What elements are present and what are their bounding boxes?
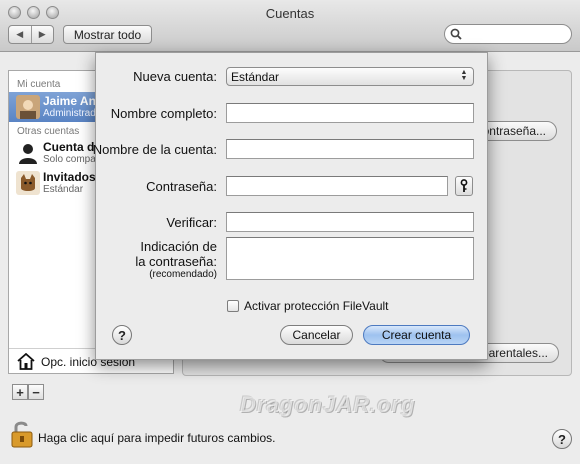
back-button[interactable]: ◀ bbox=[9, 26, 31, 43]
filevault-label: Activar protección FileVault bbox=[244, 299, 389, 313]
add-account-button[interactable]: + bbox=[12, 384, 28, 400]
account-type-popup[interactable]: Estándar ▲ ▼ bbox=[226, 67, 474, 86]
user-avatar-icon bbox=[16, 95, 40, 119]
updown-arrows-icon: ▲ ▼ bbox=[460, 69, 468, 82]
my-account-header: Mi cuenta bbox=[17, 79, 61, 90]
hint-label-line3: (recomendado) bbox=[149, 269, 217, 280]
forward-button[interactable]: ▶ bbox=[30, 26, 54, 43]
cat-avatar-icon bbox=[16, 171, 40, 195]
account-name-label: Nombre de la cuenta: bbox=[92, 142, 217, 157]
nav-segment: ◀ ▶ bbox=[8, 25, 54, 44]
title-bar: Cuentas ◀ ▶ Mostrar todo bbox=[0, 0, 580, 52]
hint-label-line2: la contraseña: bbox=[135, 254, 217, 269]
account-name-field[interactable] bbox=[226, 139, 474, 159]
password-hint-field[interactable] bbox=[226, 237, 474, 280]
search-input[interactable] bbox=[444, 24, 572, 44]
window-title: Cuentas bbox=[265, 6, 315, 21]
verify-field[interactable] bbox=[226, 212, 474, 232]
new-account-label: Nueva cuenta: bbox=[133, 69, 217, 84]
key-icon bbox=[460, 179, 468, 192]
verify-label: Verificar: bbox=[166, 215, 217, 230]
other-accounts-header: Otras cuentas bbox=[17, 126, 80, 137]
filevault-checkbox[interactable] bbox=[227, 300, 239, 312]
unlocked-padlock-icon[interactable] bbox=[10, 420, 34, 448]
help-button[interactable]: ? bbox=[552, 429, 572, 449]
cancel-button[interactable]: Cancelar bbox=[280, 325, 353, 345]
search-icon bbox=[450, 28, 462, 40]
show-all-button[interactable]: Mostrar todo bbox=[63, 25, 152, 44]
account-type-value: Estándar bbox=[231, 69, 280, 84]
create-account-button[interactable]: Crear cuenta bbox=[363, 325, 470, 345]
watermark: DragonJAR.org bbox=[240, 392, 416, 417]
remove-account-button[interactable]: − bbox=[28, 384, 44, 400]
password-field[interactable] bbox=[226, 176, 448, 196]
password-assistant-button[interactable] bbox=[455, 176, 473, 196]
sheet-help-button[interactable]: ? bbox=[112, 325, 132, 345]
account-name: Invitados bbox=[43, 170, 96, 184]
account-role: Estándar bbox=[43, 184, 84, 195]
house-icon bbox=[17, 353, 35, 370]
full-name-label: Nombre completo: bbox=[110, 106, 217, 121]
lock-message: Haga clic aquí para impedir futuros camb… bbox=[38, 431, 276, 445]
new-account-sheet: Nueva cuenta: Estándar ▲ ▼ Nombre complet… bbox=[92, 52, 488, 360]
hint-label-line1: Indicación de bbox=[140, 239, 217, 254]
user-silhouette-icon bbox=[19, 144, 37, 164]
password-label: Contraseña: bbox=[146, 179, 217, 194]
full-name-field[interactable] bbox=[226, 103, 474, 123]
